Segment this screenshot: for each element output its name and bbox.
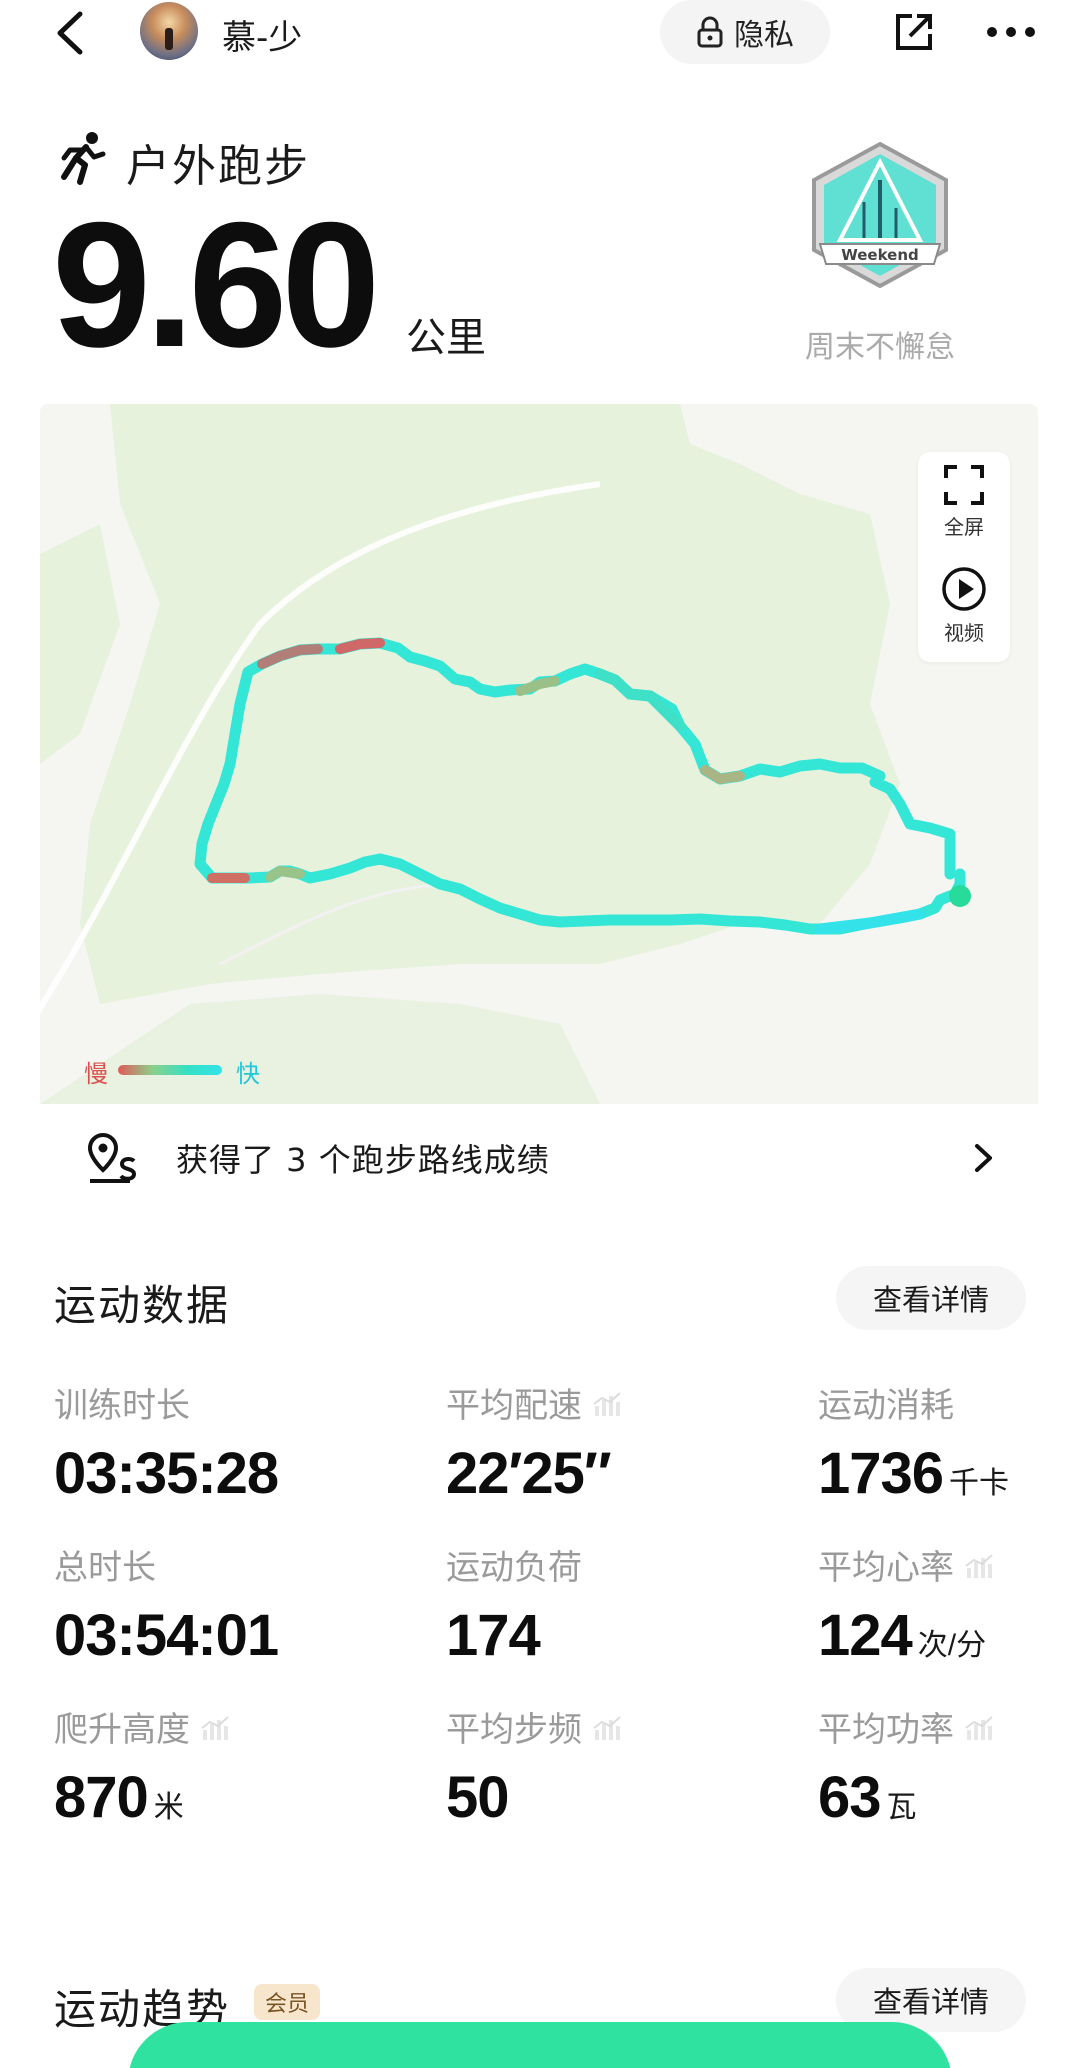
stat-label: 平均步频: [446, 1710, 582, 1750]
stat-value-row: 870 米: [54, 1769, 230, 1827]
running-icon: [61, 132, 106, 185]
stat-value: 124: [818, 1603, 913, 1668]
stat-value: 1736: [818, 1441, 944, 1506]
stat-label: 总时长: [54, 1548, 156, 1588]
route-map[interactable]: 全屏 视频 慢 快 获得了 3 个跑步路线成绩: [40, 404, 1038, 1212]
legend-fast-label: 快: [236, 1060, 260, 1088]
stat-label-row: 平均步频: [446, 1702, 622, 1751]
stat-value-row: 174: [446, 1607, 582, 1665]
stat-label-row: 平均配速: [446, 1378, 622, 1427]
member-tag: 会员: [254, 1984, 320, 2020]
trend-chart-icon: [201, 1715, 229, 1740]
privacy-button[interactable]: 隐私: [660, 0, 830, 64]
stat-label: 平均功率: [818, 1710, 954, 1750]
stat-unit: 次/分: [917, 1629, 987, 1662]
video-label: 视频: [944, 621, 984, 645]
stat-value-row: 124 次/分: [818, 1607, 994, 1665]
share-icon: [896, 14, 932, 50]
share-button[interactable]: [884, 2, 944, 62]
stat-value: 50: [446, 1765, 510, 1830]
stat-label: 爬升高度: [54, 1710, 190, 1750]
stat-value-row: 22′25″: [446, 1445, 622, 1503]
pace-legend-bar: [118, 1065, 222, 1075]
stat-label-row: 训练时长: [54, 1378, 278, 1427]
stat-value: 22′25″: [446, 1441, 612, 1506]
stat-value: 870: [54, 1765, 149, 1830]
stat-label-row: 平均心率: [818, 1540, 994, 1589]
map-canvas[interactable]: [40, 404, 1038, 1104]
back-arrow-icon: [57, 11, 83, 55]
stat-label-row: 运动消耗: [818, 1378, 1009, 1427]
stat-item[interactable]: 爬升高度 870 米: [54, 1702, 230, 1827]
video-button[interactable]: 视频: [918, 566, 1010, 646]
stat-value: 63: [818, 1765, 882, 1830]
stat-item[interactable]: 平均配速 22′25″: [446, 1378, 622, 1503]
stat-unit: 瓦: [886, 1791, 917, 1824]
badge-text: Weekend: [841, 246, 919, 264]
stat-item[interactable]: 平均步频 50: [446, 1702, 622, 1827]
map-tools-panel: 全屏 视频: [918, 452, 1010, 662]
trend-chart-icon: [965, 1553, 993, 1578]
stat-label: 平均配速: [446, 1386, 582, 1426]
stat-unit: 米: [153, 1791, 184, 1824]
fullscreen-label: 全屏: [944, 515, 984, 539]
stat-value-row: 03:35:28: [54, 1445, 279, 1503]
stat-unit: 千卡: [949, 1467, 1010, 1500]
avatar[interactable]: [140, 2, 198, 60]
stats-title: 运动数据: [54, 1281, 231, 1330]
legend-slow-label: 慢: [84, 1060, 108, 1088]
stat-value-row: 50: [446, 1769, 622, 1827]
weekend-badge[interactable]: Weekend: [800, 140, 960, 290]
stat-item: 运动负荷 174: [446, 1540, 582, 1665]
stats-detail-button[interactable]: 查看详情: [836, 1266, 1026, 1330]
badge-label: 周末不懈怠: [805, 330, 955, 365]
play-icon: [942, 567, 986, 611]
privacy-label: 隐私: [734, 18, 794, 53]
chevron-right-icon: [975, 1144, 992, 1172]
route-pin-icon: [87, 1132, 137, 1183]
stat-value: 174: [446, 1603, 541, 1668]
username[interactable]: 慕-少: [222, 10, 302, 59]
distance-unit: 公里: [406, 315, 486, 361]
route-achievement-row[interactable]: 获得了 3 个跑步路线成绩: [40, 1104, 1038, 1212]
stat-value-row: 1736 千卡: [818, 1445, 1009, 1503]
trend-chart-icon: [593, 1391, 621, 1416]
lock-icon: [697, 16, 723, 48]
distance-value: 9.60: [52, 185, 380, 384]
bottom-action-button[interactable]: [128, 2022, 952, 2068]
stat-item[interactable]: 平均心率 124 次/分: [818, 1540, 994, 1665]
more-icon: [987, 27, 1035, 37]
fullscreen-button[interactable]: 全屏: [918, 464, 1010, 540]
trend-chart-icon: [593, 1715, 621, 1740]
route-achievement-text: 获得了 3 个跑步路线成绩: [176, 1141, 550, 1179]
stat-value: 03:35:28: [54, 1441, 279, 1506]
fullscreen-icon: [944, 465, 984, 505]
stat-label: 运动负荷: [446, 1548, 582, 1588]
stat-value-row: 63 瓦: [818, 1769, 994, 1827]
stat-value: 03:54:01: [54, 1603, 279, 1668]
trend-chart-icon: [965, 1715, 993, 1740]
stat-label-row: 平均功率: [818, 1702, 994, 1751]
stat-label: 运动消耗: [818, 1386, 954, 1426]
start-point-icon: [949, 885, 971, 907]
stat-item[interactable]: 平均功率 63 瓦: [818, 1702, 994, 1827]
stat-label-row: 运动负荷: [446, 1540, 582, 1589]
back-button[interactable]: [40, 0, 100, 66]
stat-value-row: 03:54:01: [54, 1607, 279, 1665]
stat-item: 运动消耗 1736 千卡: [818, 1378, 1009, 1503]
stat-label: 训练时长: [54, 1386, 190, 1426]
stat-label-row: 爬升高度: [54, 1702, 230, 1751]
stat-item: 总时长 03:54:01: [54, 1540, 279, 1665]
more-button[interactable]: [976, 2, 1046, 62]
stat-item: 训练时长 03:35:28: [54, 1378, 279, 1503]
stat-label: 平均心率: [818, 1548, 954, 1588]
stat-label-row: 总时长: [54, 1540, 278, 1589]
